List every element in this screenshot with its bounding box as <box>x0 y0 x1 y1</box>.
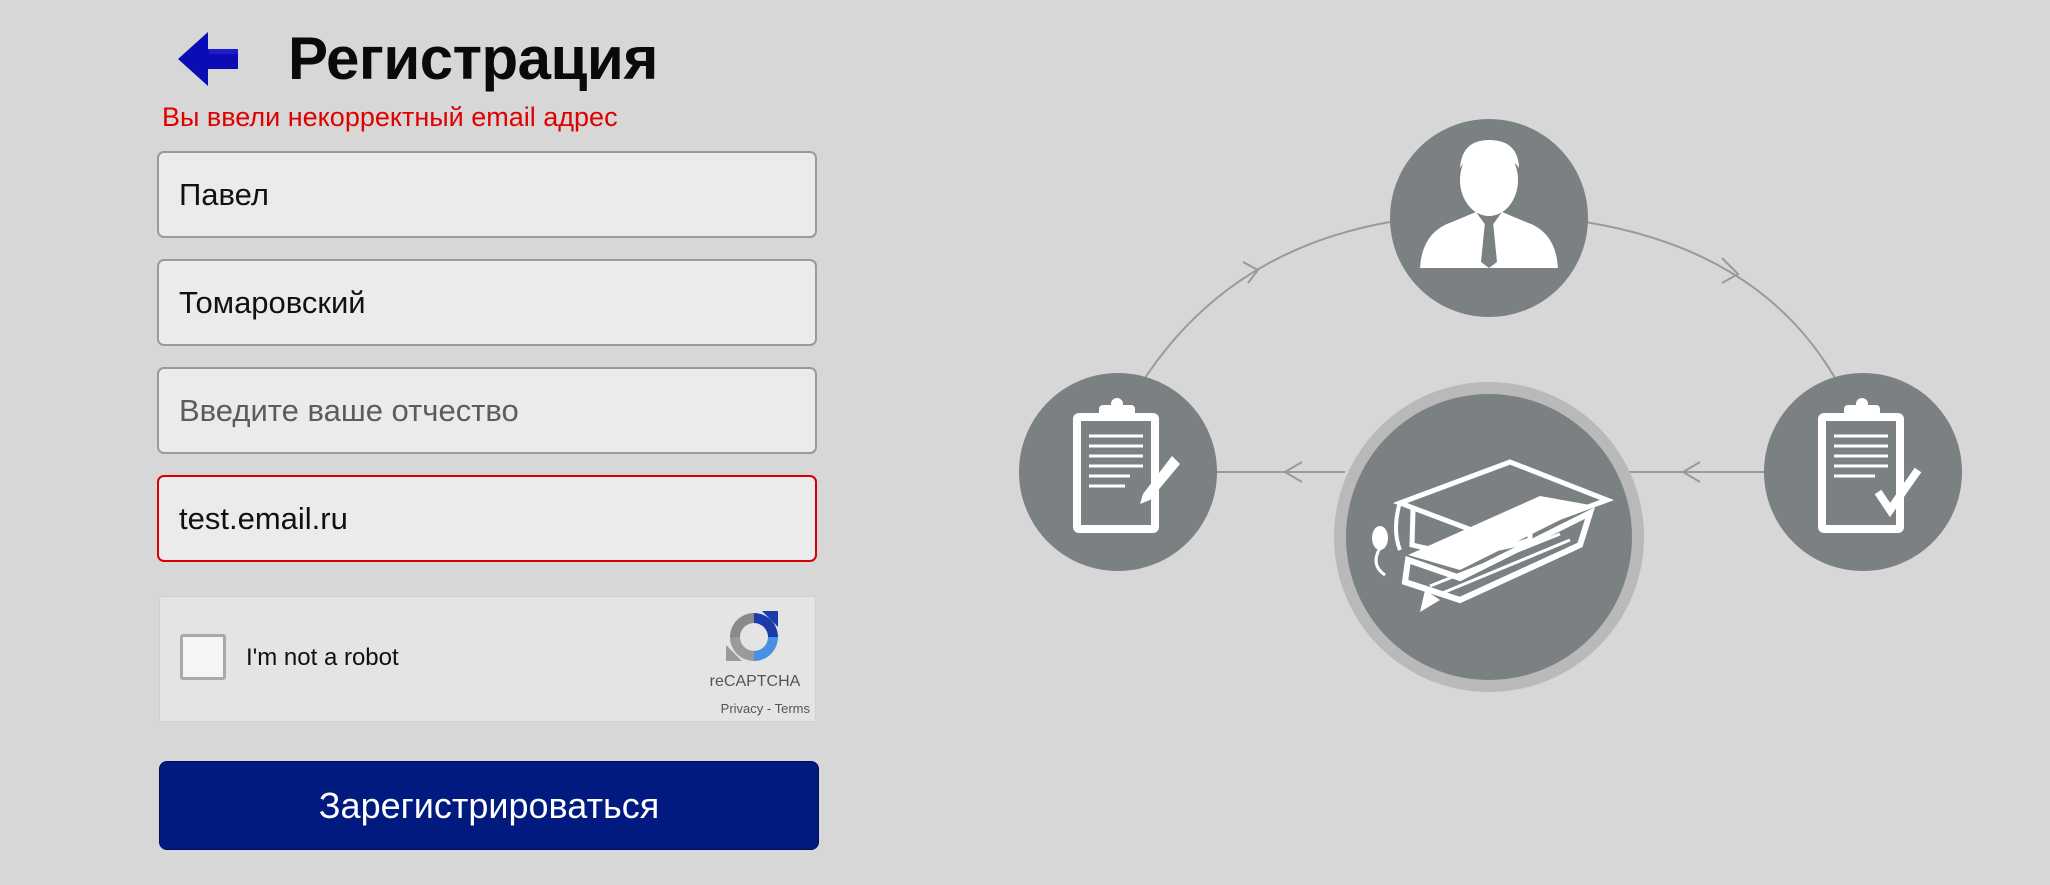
email-input[interactable] <box>157 475 817 562</box>
recaptcha-checkbox[interactable] <box>180 634 226 680</box>
graduation-book-icon <box>1334 382 1644 692</box>
first-name-input[interactable] <box>157 151 817 238</box>
clipboard-edit-icon <box>1019 373 1217 571</box>
register-button[interactable]: Зарегистрироваться <box>159 761 819 850</box>
terms-link[interactable]: Terms <box>775 701 810 716</box>
page-title: Регистрация <box>288 25 658 92</box>
email-error-message: Вы ввели некорректный email адрес <box>162 102 618 132</box>
education-cycle-illustration <box>1019 119 1962 692</box>
recaptcha-logo-icon <box>726 611 778 661</box>
arrow-left-icon <box>178 32 238 86</box>
clipboard-check-icon <box>1764 373 1962 571</box>
links-separator: - <box>763 701 775 716</box>
recaptcha-links: Privacy - Terms <box>640 701 810 716</box>
back-button[interactable] <box>176 30 240 88</box>
patronymic-input[interactable] <box>157 367 817 454</box>
recaptcha-brand: reCAPTCHA <box>709 673 801 690</box>
recaptcha-widget: I'm not a robot reCAPTCHA Privacy - Term… <box>159 596 816 722</box>
last-name-input[interactable] <box>157 259 817 346</box>
privacy-link[interactable]: Privacy <box>721 701 764 716</box>
recaptcha-label: I'm not a robot <box>246 644 399 671</box>
person-icon <box>1390 119 1588 317</box>
